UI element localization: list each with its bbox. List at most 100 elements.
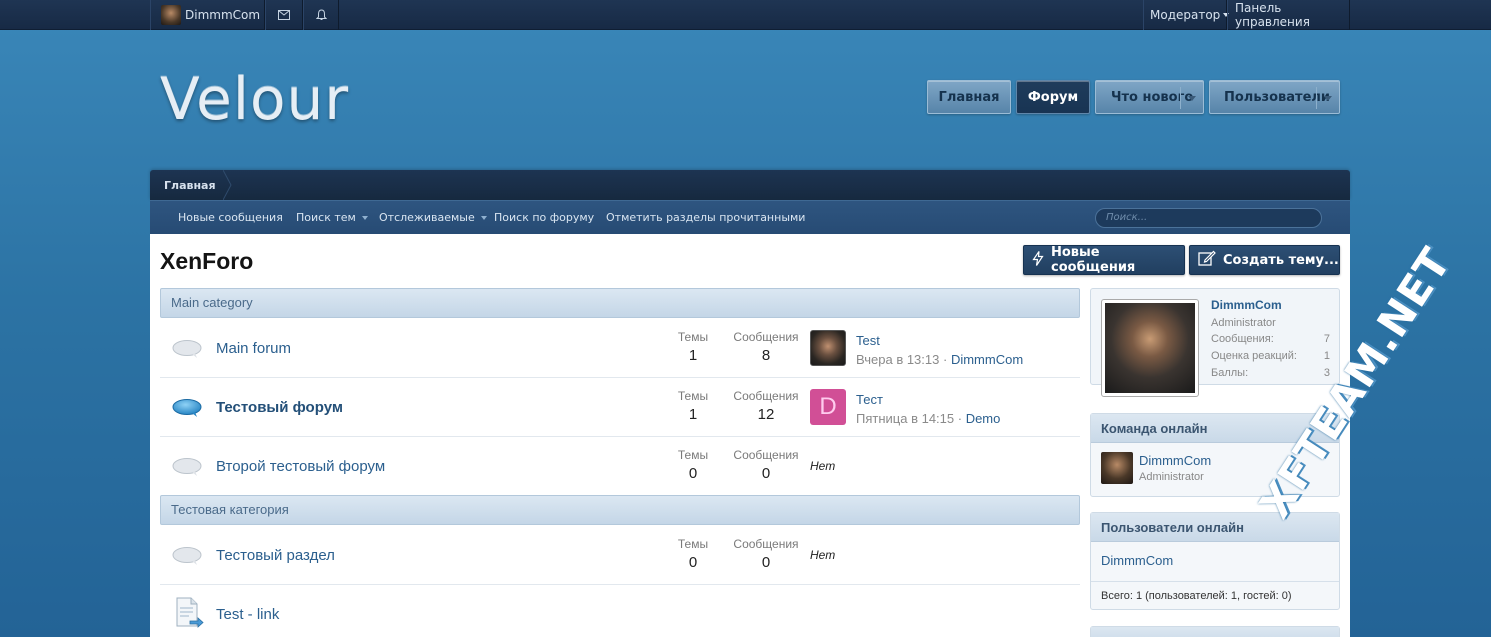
- block-title[interactable]: Пользователи онлайн: [1091, 513, 1339, 542]
- stat-value: 1: [688, 347, 698, 364]
- sidebar-block: [1090, 626, 1340, 637]
- breadcrumb: Главная: [150, 170, 1350, 200]
- subnav-label: Новые сообщения: [178, 211, 283, 224]
- divider: [1180, 87, 1181, 109]
- nav-whats-new[interactable]: Что нового: [1095, 80, 1204, 114]
- online-total: Всего: 1 (пользователей: 1, гостей: 0): [1091, 581, 1339, 609]
- forum-row[interactable]: Test - link: [160, 585, 1080, 637]
- stat-label: Сообщения:: [1211, 333, 1274, 345]
- avatar[interactable]: [1101, 452, 1133, 484]
- category-header[interactable]: Main category: [160, 288, 1080, 318]
- posts-count: Сообщения 0: [726, 448, 806, 482]
- online-user[interactable]: DimmmCom: [1101, 553, 1173, 568]
- subnav-watched[interactable]: Отслеживаемые: [379, 211, 487, 224]
- mail-icon: [278, 10, 290, 20]
- breadcrumb-home[interactable]: Главная: [164, 179, 216, 192]
- last-post-meta: Пятница в 14:15 · Demo: [856, 411, 1001, 426]
- edit-icon: [1198, 250, 1223, 270]
- stat-value: 12: [757, 406, 775, 423]
- posts-count: Сообщения 8: [726, 330, 806, 364]
- profile-name[interactable]: DimmmCom: [1211, 298, 1282, 312]
- stat-label: Сообщения: [733, 330, 799, 344]
- alerts-button[interactable]: [303, 0, 339, 30]
- nav-users-label: Пользователи: [1224, 89, 1331, 105]
- stat-label: Сообщения: [733, 537, 799, 551]
- profile-stat: Сообщения: 7: [1211, 333, 1330, 345]
- posts-count: Сообщения 12: [726, 389, 806, 423]
- forum-title[interactable]: Второй тестовый форум: [216, 458, 385, 475]
- chevron-down-icon: [480, 215, 487, 220]
- profile-role: Administrator: [1211, 317, 1276, 329]
- last-thread-title[interactable]: Тест: [856, 392, 883, 407]
- moderator-label: Модератор: [1150, 8, 1221, 22]
- stat-label: Баллы:: [1211, 367, 1249, 379]
- themes-count: Темы 0: [663, 448, 723, 482]
- visitor-panel: DimmmCom Administrator Сообщения: 7 Оценк…: [1090, 288, 1340, 397]
- nav-home[interactable]: Главная: [927, 80, 1011, 114]
- stat-label: Темы: [677, 389, 709, 403]
- last-post-user[interactable]: Demo: [966, 411, 1001, 426]
- subnav-label: Отслеживаемые: [379, 211, 475, 224]
- subnav-mark-read[interactable]: Отметить разделы прочитанными: [606, 211, 805, 224]
- new-posts-button[interactable]: Новые сообщения: [1023, 245, 1185, 275]
- profile-stat: Оценка реакций: 1: [1211, 350, 1330, 362]
- block-title: [1091, 627, 1339, 637]
- stat-label: Оценка реакций:: [1211, 350, 1297, 362]
- stat-value: 7: [1323, 333, 1330, 345]
- conversations-button[interactable]: [265, 0, 303, 30]
- avatar[interactable]: [810, 330, 846, 366]
- subnav-search-threads[interactable]: Поиск тем: [296, 211, 368, 224]
- category-header[interactable]: Тестовая категория: [160, 495, 1080, 525]
- forum-row[interactable]: Тестовый раздел Темы 0 Сообщения 0 Нет: [160, 526, 1080, 585]
- top-bar: DimmmCom Модератор Панель управления: [0, 0, 1491, 30]
- stat-label: Сообщения: [733, 448, 799, 462]
- last-thread-title[interactable]: Test: [856, 333, 880, 348]
- create-thread-button[interactable]: Создать тему...: [1189, 245, 1340, 275]
- stat-label: Темы: [677, 448, 709, 462]
- nav-forum[interactable]: Форум: [1016, 80, 1090, 114]
- new-posts-label: Новые сообщения: [1051, 245, 1136, 275]
- stat-label: Темы: [677, 330, 709, 344]
- staff-online-block: Команда онлайн DimmmCom Administrator: [1090, 413, 1340, 497]
- moderator-menu[interactable]: Модератор: [1143, 0, 1230, 30]
- page-title: XenForo: [160, 248, 254, 274]
- site-logo[interactable]: Velour: [160, 65, 349, 133]
- avatar[interactable]: D: [810, 389, 846, 425]
- last-post-date[interactable]: Пятница в 14:15: [856, 411, 954, 426]
- bell-icon: [315, 9, 327, 21]
- stat-label: Сообщения: [733, 389, 799, 403]
- forum-title[interactable]: Main forum: [216, 340, 291, 357]
- admin-panel-link[interactable]: Панель управления: [1227, 0, 1350, 30]
- staff-name[interactable]: DimmmCom: [1139, 453, 1211, 468]
- block-title[interactable]: Команда онлайн: [1091, 414, 1339, 443]
- chevron-down-icon: [361, 215, 368, 220]
- last-post-meta: Вчера в 13:13 · DimmmCom: [856, 352, 1024, 367]
- forum-title[interactable]: Тестовый раздел: [216, 547, 335, 564]
- stat-value: 3: [1323, 367, 1330, 379]
- stat-value: 0: [761, 554, 771, 571]
- staff-role: Administrator: [1139, 471, 1204, 483]
- chevron-down-icon[interactable]: [1324, 96, 1332, 101]
- stat-value: 0: [688, 465, 698, 482]
- user-menu[interactable]: DimmmCom: [150, 0, 265, 30]
- search-input[interactable]: Поиск...: [1095, 208, 1322, 228]
- subnav-label: Отметить разделы прочитанными: [606, 211, 806, 224]
- chevron-down-icon[interactable]: [1188, 96, 1196, 101]
- last-post-date[interactable]: Вчера в 13:13: [856, 352, 939, 367]
- forum-row[interactable]: Второй тестовый форум Темы 0 Сообщения 0 Н…: [160, 437, 1080, 496]
- forum-row[interactable]: Тестовый форум Темы 1 Сообщения 12 D Тест …: [160, 378, 1080, 437]
- last-post-none: Нет: [810, 548, 836, 562]
- stat-label: Темы: [677, 537, 709, 551]
- stat-value: 0: [688, 554, 698, 571]
- username: DimmmCom: [185, 8, 261, 22]
- forum-row[interactable]: Main forum Темы 1 Сообщения 8 Test Вчера в…: [160, 319, 1080, 378]
- forum-title[interactable]: Тестовый форум: [216, 399, 343, 416]
- nav-users[interactable]: Пользователи: [1209, 80, 1340, 114]
- forum-title[interactable]: Test - link: [216, 606, 279, 623]
- subnav-new-posts[interactable]: Новые сообщения: [178, 211, 283, 224]
- subnav-search-forum[interactable]: Поиск по форуму: [494, 211, 594, 224]
- sub-nav: Новые сообщения Поиск тем Отслеживаемые …: [150, 200, 1350, 234]
- avatar[interactable]: [1101, 299, 1199, 397]
- admin-panel-label: Панель управления: [1235, 1, 1310, 29]
- last-post-user[interactable]: DimmmCom: [951, 352, 1023, 367]
